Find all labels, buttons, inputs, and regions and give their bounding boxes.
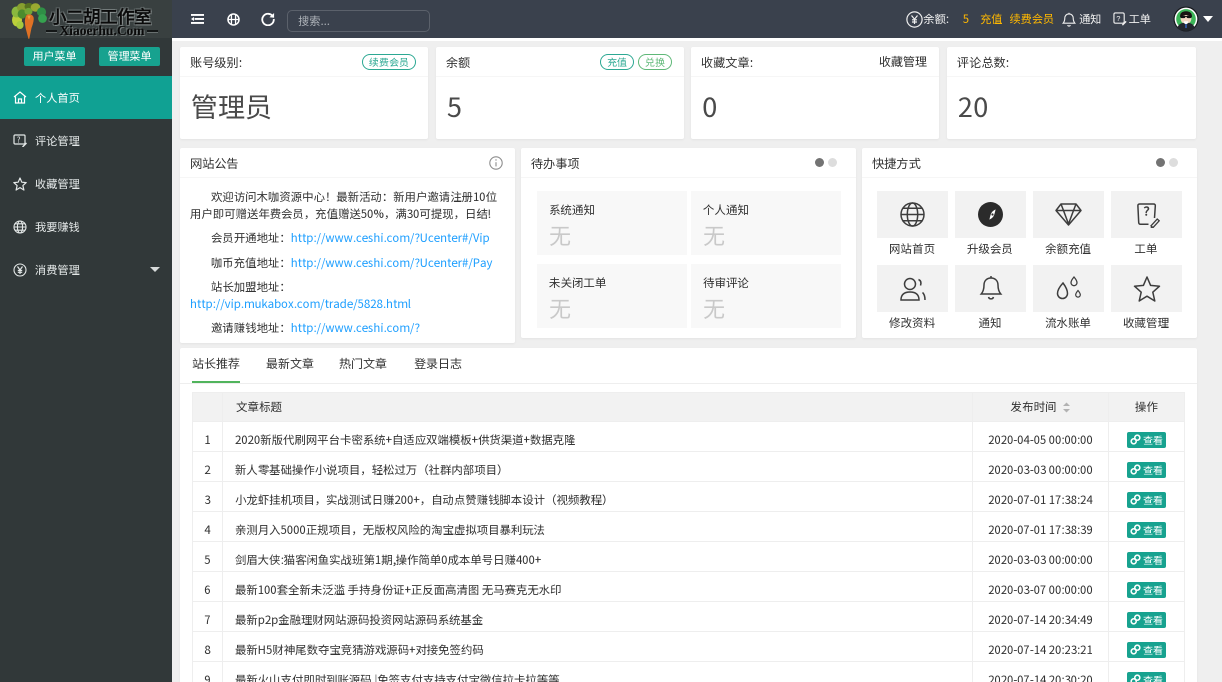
- svg-text:?: ?: [1116, 14, 1120, 23]
- svg-text:?: ?: [17, 135, 21, 146]
- svg-text:?: ?: [1143, 201, 1149, 220]
